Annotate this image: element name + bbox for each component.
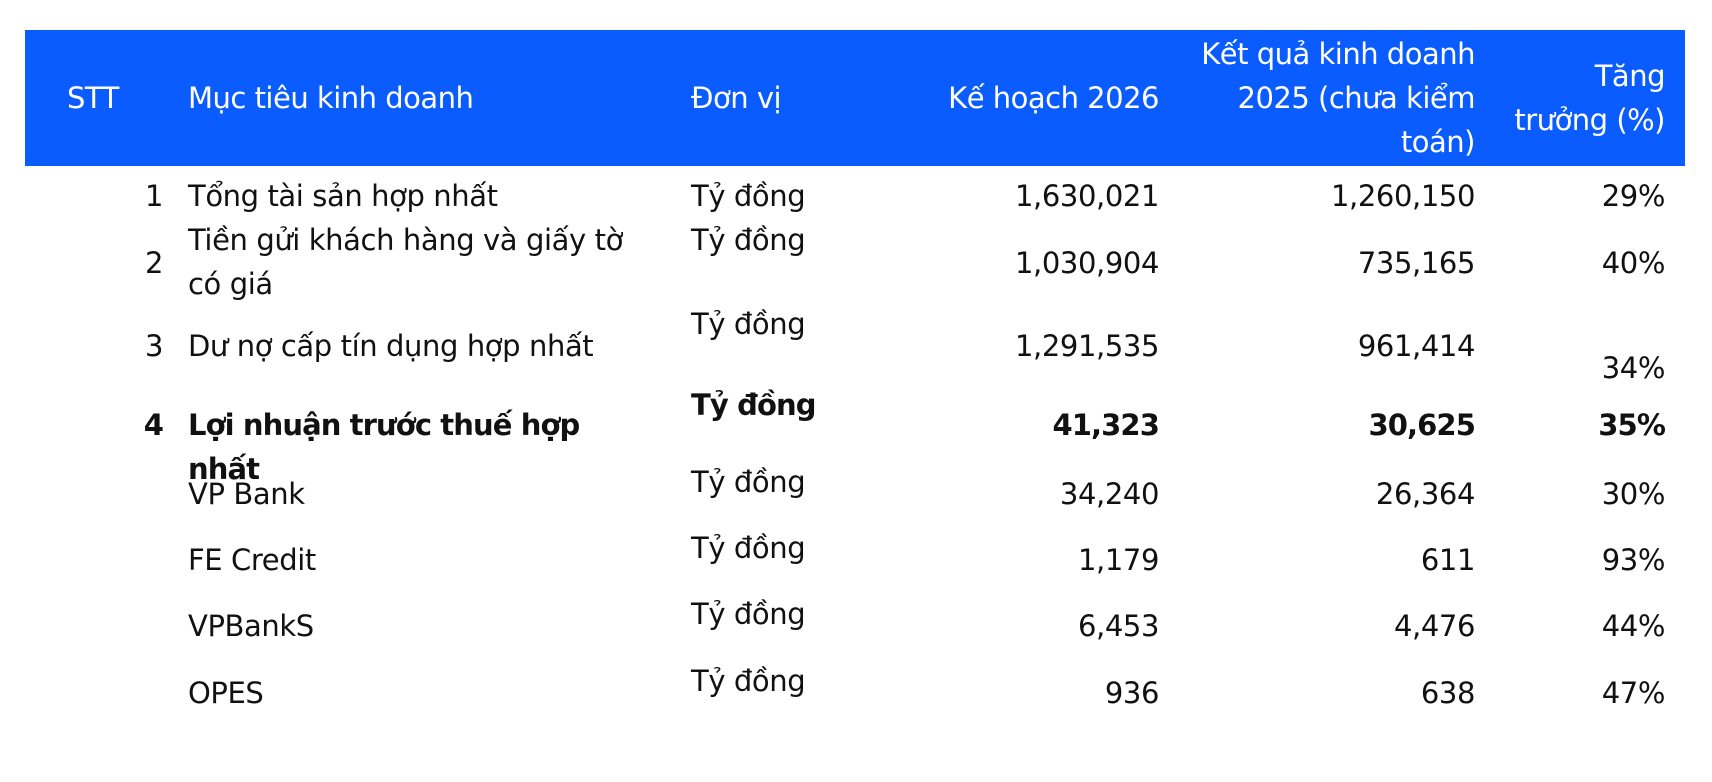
cell-result: 961,414 — [1357, 329, 1476, 363]
cell-plan: 936 — [1104, 676, 1160, 710]
cell-goal: VPBankS — [188, 609, 314, 643]
cell-unit: Tỷ đồng — [691, 531, 806, 565]
cell-result: 735,165 — [1357, 246, 1476, 280]
cell-goal: VP Bank — [188, 477, 305, 511]
header-unit: Đơn vị — [691, 81, 782, 115]
cell-unit: Tỷ đồng — [691, 223, 806, 257]
cell-growth: 30% — [1601, 477, 1666, 511]
cell-growth: 44% — [1601, 609, 1666, 643]
table-body: 1 Tổng tài sản hợp nhất Tỷ đồng 1,630,02… — [25, 166, 1685, 776]
cell-plan: 34,240 — [1059, 477, 1159, 511]
cell-unit: Tỷ đồng — [691, 465, 806, 499]
cell-goal: Tổng tài sản hợp nhất — [188, 179, 498, 213]
cell-plan: 1,291,535 — [1015, 329, 1159, 363]
cell-growth: 93% — [1601, 543, 1666, 577]
cell-goal: OPES — [188, 676, 264, 710]
cell-growth: 34% — [1601, 351, 1666, 385]
header-growth: Tăng trưởng (%) — [1514, 59, 1665, 137]
table-header: STT Mục tiêu kinh doanh Đơn vị Kế hoạch … — [25, 30, 1685, 166]
header-stt: STT — [67, 81, 119, 115]
cell-unit: Tỷ đồng — [691, 597, 806, 631]
cell-stt: 2 — [144, 246, 163, 280]
cell-unit: Tỷ đồng — [691, 179, 806, 213]
cell-growth: 35% — [1598, 408, 1666, 442]
header-goal: Mục tiêu kinh doanh — [188, 81, 474, 115]
cell-unit: Tỷ đồng — [691, 664, 806, 698]
cell-plan: 1,630,021 — [1015, 179, 1159, 213]
cell-plan: 6,453 — [1077, 609, 1159, 643]
cell-plan: 1,030,904 — [1015, 246, 1159, 280]
header-plan-2026: Kế hoạch 2026 — [948, 81, 1159, 115]
table-row: 2 Tiền gửi khách hàng và giấy tờ có giá … — [25, 218, 1685, 308]
cell-stt: 3 — [144, 329, 163, 363]
table-row: 4 Lợi nhuận trước thuế hợp nhất Tỷ đồng … — [25, 388, 1685, 486]
cell-stt: 4 — [143, 408, 164, 442]
cell-unit: Tỷ đồng — [691, 388, 816, 422]
cell-growth: 47% — [1601, 676, 1666, 710]
cell-goal: Tiền gửi khách hàng và giấy tờ có giá — [188, 223, 623, 301]
business-targets-table: STT Mục tiêu kinh doanh Đơn vị Kế hoạch … — [25, 30, 1685, 776]
cell-goal: FE Credit — [188, 543, 316, 577]
cell-result: 1,260,150 — [1331, 179, 1475, 213]
cell-result: 611 — [1420, 543, 1476, 577]
cell-unit: Tỷ đồng — [691, 307, 806, 341]
cell-plan: 1,179 — [1077, 543, 1159, 577]
cell-result: 638 — [1420, 676, 1476, 710]
cell-growth: 29% — [1601, 179, 1666, 213]
cell-goal: Dư nợ cấp tín dụng hợp nhất — [188, 329, 594, 363]
cell-growth: 40% — [1601, 246, 1666, 280]
header-result-2025: Kết quả kinh doanh 2025 (chưa kiểm toán) — [1201, 37, 1475, 159]
cell-plan: 41,323 — [1052, 408, 1159, 442]
cell-result: 30,625 — [1368, 408, 1475, 442]
cell-result: 4,476 — [1393, 609, 1475, 643]
table-row: 3 Dư nợ cấp tín dụng hợp nhất Tỷ đồng 1,… — [25, 306, 1685, 406]
cell-stt: 1 — [144, 179, 163, 213]
cell-result: 26,364 — [1375, 477, 1475, 511]
